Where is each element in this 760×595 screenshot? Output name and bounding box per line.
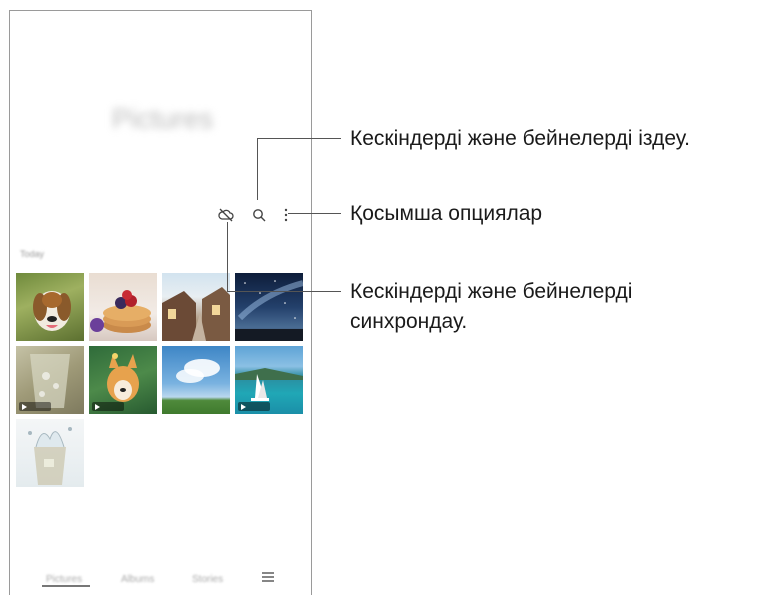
photo-water-glass[interactable] (16, 346, 84, 414)
section-label-today: Today (20, 249, 45, 259)
callout-sync-text-line2: синхрондау. (350, 310, 468, 333)
gallery-title: Pictures (111, 103, 214, 134)
callout-line-sync-horizontal (227, 291, 341, 292)
photo-corgi[interactable] (89, 346, 157, 414)
callout-line-sync-vertical (227, 222, 228, 292)
video-badge (92, 402, 124, 411)
video-badge (19, 402, 51, 411)
callout-line-search-horizontal (257, 138, 341, 139)
callout-options-text: Қосымша опциялар (350, 202, 543, 225)
photo-sailboat[interactable] (235, 346, 303, 414)
tab-stories[interactable]: Stories (192, 574, 223, 585)
callout-search-text: Кескіндерді және бейнелерді іздеу. (350, 127, 691, 150)
phone-screen: Pictures Today Pictures Albums Stories (9, 10, 312, 595)
callout-line-search-vertical (257, 138, 258, 200)
photo-sky-field[interactable] (162, 346, 230, 414)
photo-night-sky[interactable] (235, 273, 303, 341)
callout-line-options (288, 213, 341, 214)
photo-splash[interactable] (16, 419, 84, 487)
photo-beagle[interactable] (16, 273, 84, 341)
video-badge (238, 402, 270, 411)
cloud-off-icon[interactable] (218, 207, 234, 223)
tab-pictures[interactable]: Pictures (46, 574, 82, 585)
photo-village-street[interactable] (162, 273, 230, 341)
photo-pancakes[interactable] (89, 273, 157, 341)
more-options-icon[interactable] (278, 207, 294, 223)
search-icon[interactable] (251, 207, 267, 223)
callout-sync-text-line1: Кескіндерді және бейнелерді (350, 280, 633, 303)
active-tab-indicator (42, 585, 90, 587)
menu-icon[interactable] (261, 571, 275, 583)
tab-albums[interactable]: Albums (121, 574, 154, 585)
